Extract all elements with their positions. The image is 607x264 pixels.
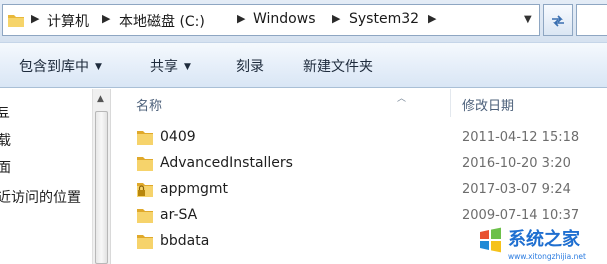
file-name: 0409 <box>160 129 196 145</box>
breadcrumb-separator-icon[interactable]: ▶ <box>31 12 39 25</box>
chevron-down-icon: ▼ <box>95 62 102 72</box>
list-item[interactable]: 0409 2011-04-12 15:18 <box>111 126 607 152</box>
search-input[interactable] <box>576 4 607 36</box>
file-name: AdvancedInstallers <box>160 155 293 171</box>
refresh-button[interactable] <box>543 4 573 36</box>
nav-item-partial[interactable]: 载 <box>0 130 11 150</box>
address-bar-row: ▶ 计算机 ▶ 本地磁盘 (C:) ▶ Windows ▶ System32 ▶… <box>0 0 607 42</box>
breadcrumb-separator-icon[interactable]: ▶ <box>332 12 340 25</box>
share-label: 共享 <box>150 59 178 75</box>
burn-label: 刻录 <box>236 59 264 75</box>
list-header: 名称 ︿ 修改日期 <box>111 89 607 115</box>
file-name: appmgmt <box>160 181 229 197</box>
file-name: ar-SA <box>160 207 198 223</box>
breadcrumb-local-disk[interactable]: 本地磁盘 (C:) <box>119 11 205 31</box>
nav-item-partial[interactable]: 툐 <box>0 103 10 123</box>
command-toolbar: 包含到库中 ▼ 共享 ▼ 刻录 新建文件夹 <box>0 42 607 88</box>
column-header-date-modified[interactable]: 修改日期 <box>462 95 514 114</box>
column-divider[interactable] <box>450 89 451 117</box>
list-item[interactable]: AdvancedInstallers 2016-10-20 3:20 <box>111 152 607 178</box>
refresh-icon <box>552 15 564 27</box>
breadcrumb-separator-icon[interactable]: ▶ <box>102 12 110 25</box>
file-date-modified: 2016-10-20 3:20 <box>462 156 571 171</box>
breadcrumb-windows[interactable]: Windows <box>253 11 316 27</box>
burn-button[interactable]: 刻录 <box>236 56 264 76</box>
nav-pane-scrollbar[interactable]: ▲ <box>92 89 110 264</box>
folder-icon <box>137 235 153 249</box>
share-button[interactable]: 共享 ▼ <box>150 56 191 76</box>
navigation-pane: 툐 载 面 近访问的位置 <box>0 89 92 264</box>
nav-item-recent-places[interactable]: 近访问的位置 <box>0 187 81 207</box>
breadcrumb-separator-icon[interactable]: ▶ <box>428 12 436 25</box>
breadcrumb-separator-icon[interactable]: ▶ <box>237 12 245 25</box>
column-header-name[interactable]: 名称 <box>136 95 162 114</box>
file-name: bbdata <box>160 233 210 249</box>
locked-folder-icon <box>137 183 153 197</box>
new-folder-label: 新建文件夹 <box>303 59 373 75</box>
chevron-down-icon[interactable]: ▼ <box>524 14 532 25</box>
breadcrumb-system32[interactable]: System32 <box>349 11 419 27</box>
folder-icon <box>137 209 153 223</box>
scrollbar-thumb[interactable] <box>95 111 108 264</box>
list-item[interactable]: appmgmt 2017-03-07 9:24 <box>111 178 607 204</box>
new-folder-button[interactable]: 新建文件夹 <box>303 56 373 76</box>
watermark-title: 系统之家 <box>508 228 581 250</box>
nav-item-partial[interactable]: 面 <box>0 157 11 177</box>
file-date-modified: 2017-03-07 9:24 <box>462 182 571 197</box>
file-date-modified: 2011-04-12 15:18 <box>462 130 580 145</box>
include-in-library-label: 包含到库中 <box>19 59 89 75</box>
scroll-up-icon[interactable]: ▲ <box>97 94 104 104</box>
folder-icon <box>137 157 153 171</box>
folder-icon <box>8 15 24 27</box>
address-bar[interactable]: ▶ 计算机 ▶ 本地磁盘 (C:) ▶ Windows ▶ System32 ▶… <box>2 4 540 36</box>
folder-icon <box>137 131 153 145</box>
breadcrumb-computer[interactable]: 计算机 <box>47 11 89 31</box>
chevron-down-icon: ▼ <box>184 62 191 72</box>
xitongzhijia-logo-watermark: 系统之家 www.xitongzhijia.net <box>472 220 607 264</box>
sort-ascending-icon: ︿ <box>397 94 407 104</box>
include-in-library-button[interactable]: 包含到库中 ▼ <box>19 56 102 76</box>
watermark-url: www.xitongzhijia.net <box>508 252 586 261</box>
